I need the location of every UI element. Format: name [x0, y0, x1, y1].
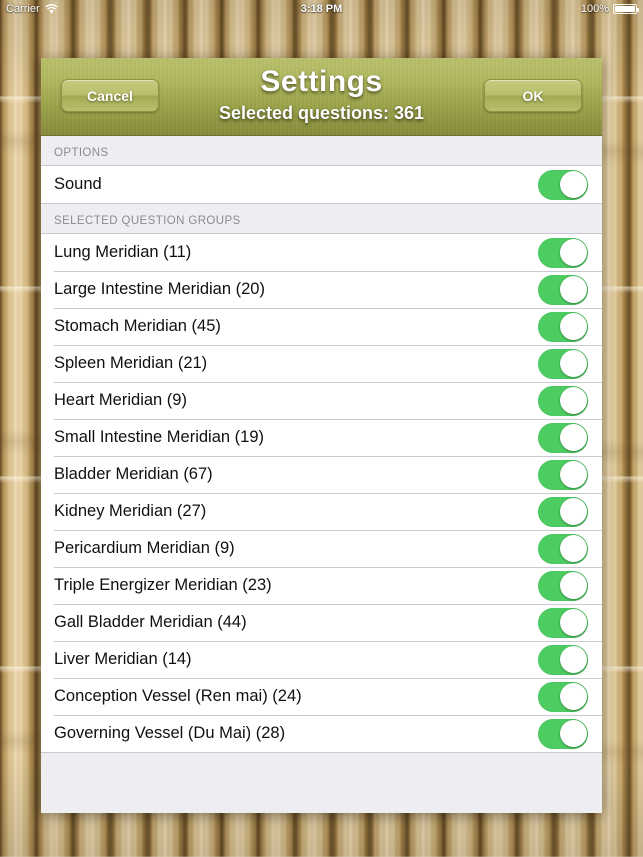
row-label: Spleen Meridian (21) — [54, 354, 208, 372]
row-label: Governing Vessel (Du Mai) (28) — [54, 724, 286, 742]
toggle-knob — [559, 276, 587, 303]
toggle-knob — [559, 646, 587, 673]
status-bar-left: Carrier — [6, 3, 58, 15]
list-item[interactable]: Sound — [41, 166, 602, 203]
list-item[interactable]: Triple Energizer Meridian (23) — [41, 567, 602, 604]
list-item[interactable]: Small Intestine Meridian (19) — [41, 419, 602, 456]
ok-button[interactable]: OK — [484, 79, 582, 112]
group-toggle[interactable] — [538, 311, 588, 342]
settings-modal-panel: Settings Selected questions: 361 Cancel … — [41, 58, 602, 813]
panel-footer — [41, 753, 602, 763]
toggle-knob — [559, 350, 587, 377]
row-label: Kidney Meridian (27) — [54, 502, 207, 520]
row-label: Conception Vessel (Ren mai) (24) — [54, 687, 302, 705]
section-options: Sound — [41, 166, 602, 203]
cancel-button[interactable]: Cancel — [61, 79, 159, 112]
battery-percent-label: 100% — [580, 3, 609, 15]
list-item[interactable]: Bladder Meridian (67) — [41, 456, 602, 493]
group-toggle[interactable] — [538, 533, 588, 564]
list-item[interactable]: Large Intestine Meridian (20) — [41, 271, 602, 308]
list-item[interactable]: Kidney Meridian (27) — [41, 493, 602, 530]
settings-list[interactable]: OPTIONS Sound SELECTED QUESTION GROUPS L… — [41, 136, 602, 813]
toggle-knob — [559, 424, 587, 451]
toggle-knob — [559, 387, 587, 414]
status-bar: Carrier 3:18 PM 100% — [0, 0, 643, 18]
group-toggle[interactable] — [538, 459, 588, 490]
list-item[interactable]: Lung Meridian (11) — [41, 234, 602, 271]
group-toggle[interactable] — [538, 348, 588, 379]
row-label: Gall Bladder Meridian (44) — [54, 613, 247, 631]
row-label: Heart Meridian (9) — [54, 391, 187, 409]
toggle-knob — [559, 313, 587, 340]
group-toggle[interactable] — [538, 570, 588, 601]
group-toggle[interactable] — [538, 496, 588, 527]
toggle-knob — [559, 239, 587, 266]
panel-header: Settings Selected questions: 361 Cancel … — [41, 58, 602, 136]
toggle-knob — [559, 572, 587, 599]
row-label: Large Intestine Meridian (20) — [54, 280, 265, 298]
row-label: Triple Energizer Meridian (23) — [54, 576, 272, 594]
status-bar-time: 3:18 PM — [300, 3, 343, 15]
group-toggle[interactable] — [538, 422, 588, 453]
sound-toggle[interactable] — [538, 169, 588, 200]
toggle-knob — [559, 683, 587, 710]
list-item[interactable]: Pericardium Meridian (9) — [41, 530, 602, 567]
row-label: Pericardium Meridian (9) — [54, 539, 235, 557]
row-label: Sound — [54, 175, 102, 193]
section-question-groups: Lung Meridian (11) Large Intestine Merid… — [41, 234, 602, 752]
list-item[interactable]: Heart Meridian (9) — [41, 382, 602, 419]
toggle-knob — [559, 609, 587, 636]
section-header-question-groups: SELECTED QUESTION GROUPS — [41, 204, 602, 233]
row-label: Bladder Meridian (67) — [54, 465, 213, 483]
battery-icon — [613, 4, 639, 14]
toggle-knob — [559, 720, 587, 747]
group-toggle[interactable] — [538, 681, 588, 712]
row-label: Lung Meridian (11) — [54, 243, 192, 261]
carrier-label: Carrier — [6, 3, 40, 15]
toggle-knob — [559, 498, 587, 525]
row-label: Stomach Meridian (45) — [54, 317, 221, 335]
list-item[interactable]: Governing Vessel (Du Mai) (28) — [41, 715, 602, 752]
row-label: Liver Meridian (14) — [54, 650, 192, 668]
group-toggle[interactable] — [538, 607, 588, 638]
group-toggle[interactable] — [538, 644, 588, 675]
section-header-options: OPTIONS — [41, 136, 602, 165]
list-item[interactable]: Stomach Meridian (45) — [41, 308, 602, 345]
group-toggle[interactable] — [538, 718, 588, 749]
toggle-knob — [559, 535, 587, 562]
list-item[interactable]: Spleen Meridian (21) — [41, 345, 602, 382]
wifi-icon — [45, 3, 58, 15]
list-item[interactable]: Liver Meridian (14) — [41, 641, 602, 678]
list-item[interactable]: Gall Bladder Meridian (44) — [41, 604, 602, 641]
group-toggle[interactable] — [538, 237, 588, 268]
toggle-knob — [559, 461, 587, 488]
group-toggle[interactable] — [538, 385, 588, 416]
row-label: Small Intestine Meridian (19) — [54, 428, 265, 446]
list-item[interactable]: Conception Vessel (Ren mai) (24) — [41, 678, 602, 715]
toggle-knob — [559, 171, 587, 198]
status-bar-right: 100% — [580, 3, 639, 15]
group-toggle[interactable] — [538, 274, 588, 305]
